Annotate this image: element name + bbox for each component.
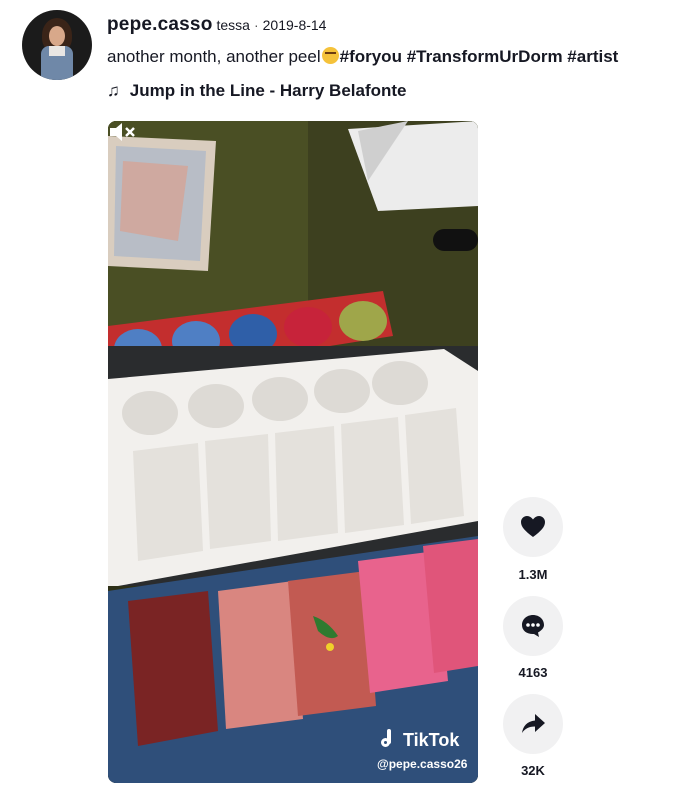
video-caption: another month, another peel #foryou #Tran… xyxy=(107,47,618,67)
music-note-icon: ♫ xyxy=(107,81,120,100)
watermark-handle: @pepe.casso26 xyxy=(377,757,468,771)
like-count: 1.3M xyxy=(518,567,548,582)
author-header: pepe.casso tessa · 2019-8-14 xyxy=(107,14,326,36)
music-link[interactable]: ♫ Jump in the Line - Harry Belafonte xyxy=(107,81,407,101)
avatar-shirt xyxy=(49,46,65,56)
author-username[interactable]: pepe.casso xyxy=(107,14,213,35)
video-player[interactable]: TikTok @pepe.casso26 xyxy=(108,121,478,783)
comment-bubble-icon xyxy=(522,615,544,637)
video-frame xyxy=(108,121,478,783)
caption-text: another month, another peel xyxy=(107,47,321,66)
author-avatar[interactable] xyxy=(22,10,92,80)
music-title: Jump in the Line - Harry Belafonte xyxy=(129,81,407,100)
hashtag-artist[interactable]: #artist xyxy=(567,47,618,66)
share-button[interactable] xyxy=(503,694,563,754)
hashtag-foryou[interactable]: #foryou xyxy=(340,47,402,66)
author-nickname: tessa xyxy=(216,17,250,33)
tiktok-logo-icon xyxy=(381,729,399,749)
mute-icon[interactable] xyxy=(108,121,136,143)
tiktok-watermark: TikTok xyxy=(381,729,459,751)
comment-button[interactable] xyxy=(503,596,563,656)
like-button[interactable] xyxy=(503,497,563,557)
heart-icon xyxy=(521,516,545,537)
post-date: 2019-8-14 xyxy=(262,17,327,33)
separator: · xyxy=(253,17,259,33)
hashtag-transformurdorm[interactable]: #TransformUrDorm xyxy=(407,47,563,66)
share-arrow-icon xyxy=(522,714,545,733)
share-count: 32K xyxy=(521,763,545,778)
comment-count: 4163 xyxy=(518,665,548,680)
avatar-face xyxy=(49,26,65,46)
watermark-text: TikTok xyxy=(403,730,460,750)
star-struck-emoji-icon xyxy=(321,47,339,64)
